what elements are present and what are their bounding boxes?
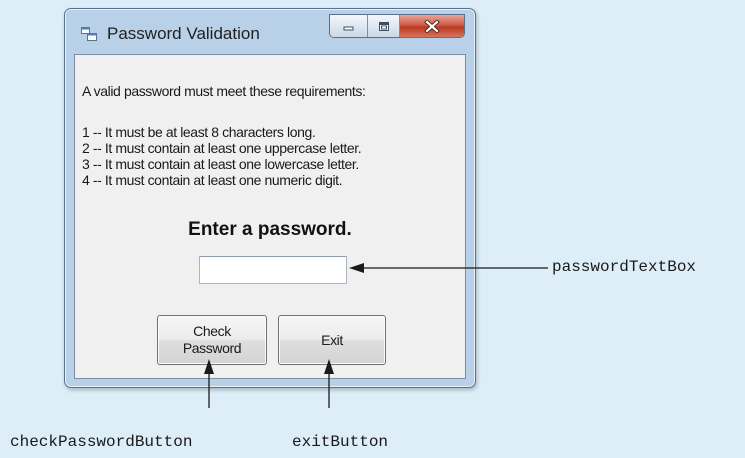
exit-button-callout: exitButton <box>292 433 389 451</box>
arrow-icon <box>324 359 334 408</box>
arrow-icon <box>204 359 214 408</box>
arrow-icon <box>349 263 548 273</box>
password-textbox-callout: passwordTextBox <box>552 258 697 276</box>
check-password-button-callout: checkPasswordButton <box>10 433 193 451</box>
callout-arrows <box>204 263 548 408</box>
